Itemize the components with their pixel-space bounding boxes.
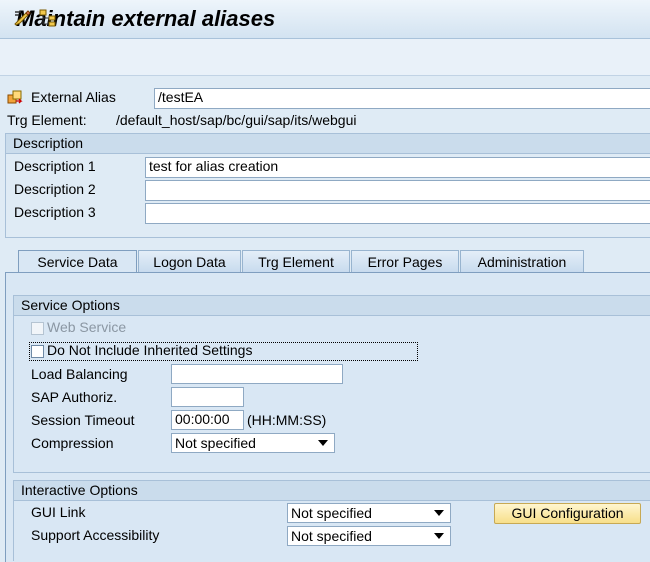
tab-error-pages[interactable]: Error Pages	[351, 250, 459, 272]
session-timeout-input[interactable]: 00:00:00	[171, 410, 244, 430]
tab-service-data[interactable]: Service Data	[18, 250, 137, 272]
sap-authoriz-label: SAP Authoriz.	[31, 389, 118, 405]
no-inherit-label: Do Not Include Inherited Settings	[47, 342, 253, 358]
gui-configuration-button[interactable]: GUI Configuration	[494, 503, 641, 524]
web-service-checkbox[interactable]	[31, 322, 44, 335]
service-options-header: Service Options	[14, 296, 650, 316]
description-2-label: Description 2	[14, 181, 96, 197]
trg-element-value: /default_host/sap/bc/gui/sap/its/webgui	[116, 112, 357, 128]
no-inherit-checkbox[interactable]	[31, 345, 44, 358]
description-1-label: Description 1	[14, 158, 96, 174]
load-balancing-label: Load Balancing	[31, 366, 128, 382]
gui-link-label: GUI Link	[31, 504, 86, 520]
trg-element-label: Trg Element:	[7, 112, 87, 128]
tab-trg-element[interactable]: Trg Element	[242, 250, 350, 272]
gui-link-select[interactable]: Not specified	[287, 503, 451, 523]
hierarchy-icon[interactable]	[38, 8, 58, 28]
gui-link-value: Not specified	[291, 505, 372, 521]
chevron-down-icon	[434, 533, 444, 539]
web-service-label: Web Service	[47, 319, 127, 335]
external-alias-label: External Alias	[31, 89, 116, 105]
tab-logon-data[interactable]: Logon Data	[138, 250, 241, 272]
chevron-down-icon	[318, 440, 328, 446]
chevron-down-icon	[434, 510, 444, 516]
edit-icon[interactable]	[12, 8, 32, 28]
compression-label: Compression	[31, 435, 114, 451]
compression-value: Not specified	[175, 435, 256, 451]
support-accessibility-select[interactable]: Not specified	[287, 526, 451, 546]
alias-icon	[7, 90, 23, 106]
support-accessibility-value: Not specified	[291, 528, 372, 544]
load-balancing-input[interactable]	[171, 364, 343, 384]
external-alias-input[interactable]: /testEA	[154, 88, 650, 109]
sap-authoriz-input[interactable]	[171, 387, 244, 407]
support-accessibility-label: Support Accessibility	[31, 527, 160, 543]
description-3-input[interactable]	[145, 203, 650, 224]
session-timeout-label: Session Timeout	[31, 412, 135, 428]
tab-administration[interactable]: Administration	[460, 250, 584, 272]
description-header: Description	[6, 134, 650, 154]
description-3-label: Description 3	[14, 204, 96, 220]
application-toolbar	[0, 39, 650, 76]
compression-select[interactable]: Not specified	[171, 433, 335, 453]
session-timeout-hint: (HH:MM:SS)	[247, 412, 327, 428]
interactive-options-header: Interactive Options	[14, 481, 650, 501]
description-1-input[interactable]: test for alias creation	[145, 157, 650, 178]
description-2-input[interactable]	[145, 180, 650, 201]
